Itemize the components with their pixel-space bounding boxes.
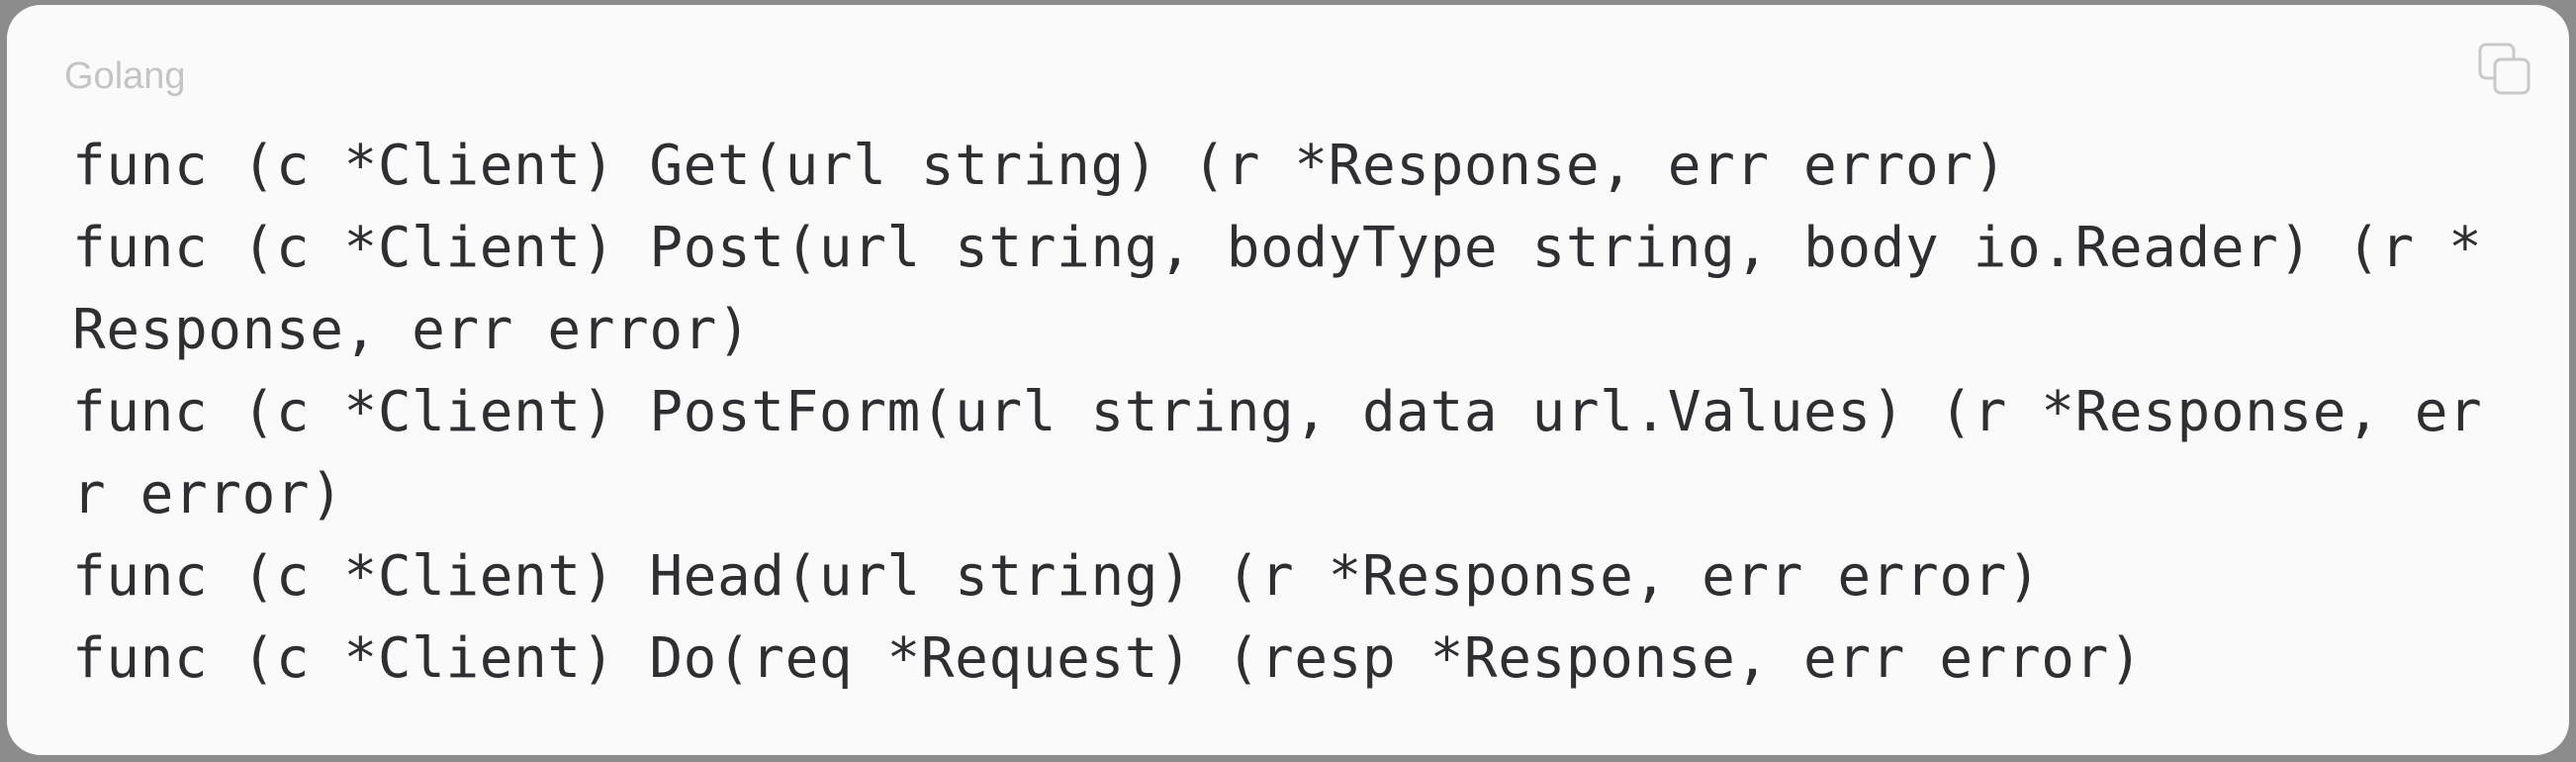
copy-icon	[2478, 43, 2530, 95]
code-content: func (c *Client) Get(url string) (r *Res…	[72, 125, 2516, 700]
code-line: r error)	[72, 462, 344, 526]
code-language-label: Golang	[64, 55, 186, 97]
code-line: Response, err error)	[72, 298, 752, 362]
code-line: func (c *Client) Head(url string) (r *Re…	[72, 544, 2042, 609]
code-line: func (c *Client) Get(url string) (r *Res…	[72, 134, 2007, 198]
code-line: func (c *Client) Post(url string, bodyTy…	[72, 216, 2483, 280]
code-block-card: Golang func (c *Client) Get(url string) …	[7, 5, 2569, 755]
copy-button[interactable]	[2476, 41, 2533, 98]
code-line: func (c *Client) Do(req *Request) (resp …	[72, 626, 2144, 691]
code-line: func (c *Client) PostForm(url string, da…	[72, 380, 2483, 444]
